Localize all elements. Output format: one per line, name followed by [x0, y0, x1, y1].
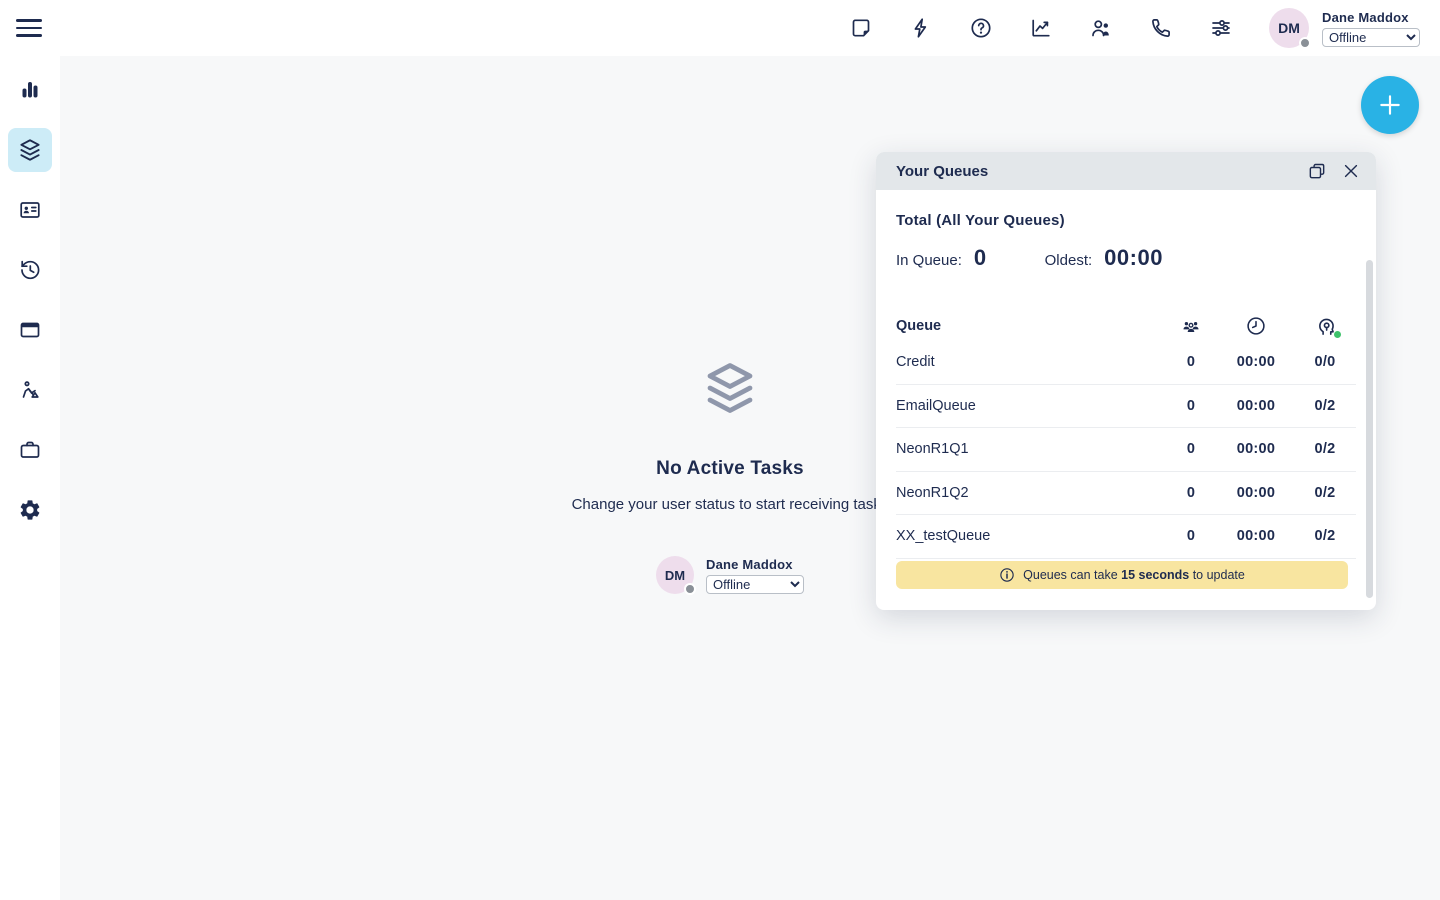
- avatar: DM: [656, 556, 694, 594]
- sidebar-item-history[interactable]: [8, 248, 52, 292]
- queue-column-header: Queue: [896, 318, 1164, 334]
- sidebar-item-builder[interactable]: [8, 368, 52, 412]
- panel-body: Total (All Your Queues) In Queue: 0 Olde…: [876, 190, 1376, 610]
- queue-table-header: Queue: [896, 311, 1356, 341]
- topbar-user-area: DM Dane Maddox Offline: [1269, 8, 1420, 48]
- contact-card-icon: [18, 198, 42, 222]
- close-icon[interactable]: [1340, 160, 1362, 182]
- preferences-icon[interactable]: [1209, 16, 1233, 40]
- panel-header: Your Queues: [876, 152, 1376, 190]
- offline-status-dot: [1299, 37, 1311, 49]
- plus-icon: [1377, 92, 1403, 118]
- sidebar-item-analytics[interactable]: [8, 68, 52, 112]
- shortcuts-icon[interactable]: [909, 16, 933, 40]
- user-status-select[interactable]: Offline: [706, 575, 804, 594]
- panel-scrollbar[interactable]: [1366, 260, 1373, 598]
- menu-toggle-button[interactable]: [16, 14, 44, 42]
- your-queues-panel: Your Queues Total (All Your Queues) In Q…: [876, 152, 1376, 610]
- offline-status-dot: [684, 583, 696, 595]
- avatar[interactable]: DM: [1269, 8, 1309, 48]
- notes-icon[interactable]: [849, 16, 873, 40]
- top-bar: DM Dane Maddox Offline: [0, 0, 1440, 56]
- construction-worker-icon: [18, 378, 42, 402]
- sidebar-item-settings[interactable]: [8, 488, 52, 532]
- history-icon: [18, 258, 42, 282]
- sidebar-item-contacts-card[interactable]: [8, 188, 52, 232]
- queues-update-notice: Queues can take 15 seconds to update: [896, 561, 1348, 589]
- sidebar-item-browser[interactable]: [8, 308, 52, 352]
- info-icon: [999, 567, 1015, 583]
- queue-row[interactable]: NeonR1Q2 0 00:00 0/2: [896, 472, 1356, 516]
- in-queue-value: 0: [974, 245, 987, 271]
- waiting-contacts-icon: [1180, 315, 1202, 337]
- user-name: Dane Maddox: [1322, 10, 1420, 25]
- dashboards-icon[interactable]: [1029, 16, 1053, 40]
- sidebar-item-workspace[interactable]: [8, 128, 52, 172]
- topbar-icon-row: [849, 16, 1233, 40]
- left-sidebar: [0, 56, 60, 900]
- empty-state-title: No Active Tasks: [530, 458, 930, 480]
- user-name: Dane Maddox: [706, 557, 804, 572]
- wait-time-icon: [1245, 315, 1267, 337]
- in-queue-label: In Queue:: [896, 252, 962, 269]
- queue-row[interactable]: Credit 0 00:00 0/0: [896, 341, 1356, 385]
- queue-row[interactable]: EmailQueue 0 00:00 0/2: [896, 385, 1356, 429]
- oldest-label: Oldest:: [1045, 252, 1093, 269]
- gear-icon: [18, 498, 42, 522]
- no-tasks-layers-icon: [700, 358, 760, 418]
- browser-window-icon: [18, 318, 42, 342]
- contacts-icon[interactable]: [1089, 16, 1113, 40]
- briefcase-icon: [18, 438, 42, 462]
- totals-row: In Queue: 0 Oldest: 00:00: [896, 245, 1356, 271]
- oldest-value: 00:00: [1104, 245, 1163, 271]
- panel-title: Your Queues: [896, 163, 1294, 180]
- agents-capacity-icon: [1314, 315, 1337, 338]
- sidebar-item-briefcase[interactable]: [8, 428, 52, 472]
- user-status-select[interactable]: Offline: [1322, 28, 1420, 47]
- phone-icon[interactable]: [1149, 16, 1173, 40]
- online-indicator-dot: [1334, 331, 1341, 338]
- queue-row[interactable]: XX_testQueue 0 00:00 0/2: [896, 515, 1356, 559]
- bar-chart-icon: [18, 78, 42, 102]
- popout-icon[interactable]: [1306, 160, 1328, 182]
- totals-heading: Total (All Your Queues): [896, 212, 1356, 229]
- user-status-chip: DM Dane Maddox Offline: [656, 556, 804, 594]
- add-task-button[interactable]: [1361, 76, 1419, 134]
- queue-row[interactable]: NeonR1Q1 0 00:00 0/2: [896, 428, 1356, 472]
- layers-icon: [17, 137, 43, 163]
- help-icon[interactable]: [969, 16, 993, 40]
